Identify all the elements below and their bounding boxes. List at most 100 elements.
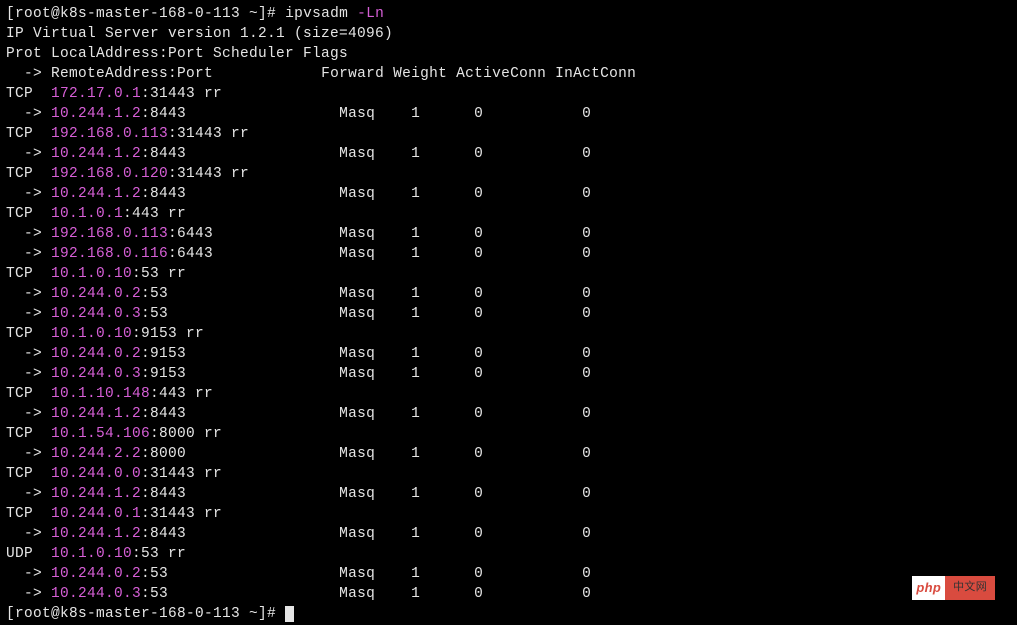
activeconn-col: 0	[474, 106, 582, 122]
terminal-line: -> 10.244.0.3:53 Masq 1 0 0	[6, 584, 1011, 604]
backend-port: :8443	[141, 526, 186, 542]
backend-port: :53	[141, 586, 168, 602]
forward-col: Masq	[339, 346, 411, 362]
service-port: :31443 rr	[141, 466, 222, 482]
protocol: TCP	[6, 166, 51, 182]
activeconn-col: 0	[474, 486, 582, 502]
backend-port: :8443	[141, 486, 186, 502]
weight-col: 1	[411, 186, 474, 202]
forward-col: Masq	[339, 406, 411, 422]
service-ip: 10.244.0.1	[51, 506, 141, 522]
shell-prompt[interactable]: [root@k8s-master-168-0-113 ~]#	[6, 606, 285, 622]
terminal-line: [root@k8s-master-168-0-113 ~]#	[6, 604, 1011, 624]
terminal-output[interactable]: [root@k8s-master-168-0-113 ~]# ipvsadm -…	[6, 4, 1011, 624]
activeconn-col: 0	[474, 226, 582, 242]
service-port: :443 rr	[150, 386, 213, 402]
backend-port: :53	[141, 566, 168, 582]
backend-ip: 10.244.1.2	[51, 406, 141, 422]
backend-port: :8443	[141, 146, 186, 162]
backend-ip: 10.244.0.3	[51, 586, 141, 602]
weight-col: 1	[411, 366, 474, 382]
weight-col: 1	[411, 526, 474, 542]
terminal-line: -> 192.168.0.113:6443 Masq 1 0 0	[6, 224, 1011, 244]
inactconn-col: 0	[582, 526, 591, 542]
service-ip: 10.244.0.0	[51, 466, 141, 482]
service-port: :31443 rr	[141, 506, 222, 522]
forward-col: Masq	[339, 186, 411, 202]
forward-col: Masq	[339, 146, 411, 162]
service-ip: 172.17.0.1	[51, 86, 141, 102]
service-ip: 10.1.0.10	[51, 546, 132, 562]
terminal-line: TCP 10.1.0.10:53 rr	[6, 264, 1011, 284]
backend-port: :6443	[168, 226, 213, 242]
forward-col: Masq	[339, 446, 411, 462]
activeconn-col: 0	[474, 586, 582, 602]
backend-port: :53	[141, 286, 168, 302]
terminal-line: -> 10.244.1.2:8443 Masq 1 0 0	[6, 484, 1011, 504]
weight-col: 1	[411, 286, 474, 302]
activeconn-col: 0	[474, 566, 582, 582]
backend-ip: 192.168.0.116	[51, 246, 168, 262]
cursor[interactable]	[285, 606, 294, 622]
weight-col: 1	[411, 246, 474, 262]
service-port: :9153 rr	[132, 326, 204, 342]
forward-col: Masq	[339, 366, 411, 382]
backend-ip: 10.244.0.2	[51, 346, 141, 362]
backend-ip: 192.168.0.113	[51, 226, 168, 242]
command-flag: -Ln	[357, 6, 384, 22]
backend-ip: 10.244.1.2	[51, 146, 141, 162]
protocol: TCP	[6, 386, 51, 402]
terminal-line: TCP 10.244.0.1:31443 rr	[6, 504, 1011, 524]
backend-ip: 10.244.0.3	[51, 306, 141, 322]
inactconn-col: 0	[582, 406, 591, 422]
terminal-line: TCP 10.1.10.148:443 rr	[6, 384, 1011, 404]
inactconn-col: 0	[582, 566, 591, 582]
backend-port: :9153	[141, 346, 186, 362]
inactconn-col: 0	[582, 346, 591, 362]
table-header: Prot LocalAddress:Port Scheduler Flags	[6, 46, 348, 62]
forward-col: Masq	[339, 106, 411, 122]
terminal-line: TCP 10.244.0.0:31443 rr	[6, 464, 1011, 484]
inactconn-col: 0	[582, 106, 591, 122]
protocol: TCP	[6, 86, 51, 102]
command: ipvsadm	[285, 6, 348, 22]
inactconn-col: 0	[582, 486, 591, 502]
shell-prompt: [root@k8s-master-168-0-113 ~]#	[6, 6, 276, 22]
terminal-line: -> 10.244.1.2:8443 Masq 1 0 0	[6, 524, 1011, 544]
inactconn-col: 0	[582, 186, 591, 202]
inactconn-col: 0	[582, 306, 591, 322]
inactconn-col: 0	[582, 366, 591, 382]
activeconn-col: 0	[474, 246, 582, 262]
service-ip: 192.168.0.113	[51, 126, 168, 142]
activeconn-col: 0	[474, 286, 582, 302]
forward-col: Masq	[339, 306, 411, 322]
inactconn-col: 0	[582, 446, 591, 462]
backend-ip: 10.244.1.2	[51, 486, 141, 502]
terminal-line: -> 10.244.1.2:8443 Masq 1 0 0	[6, 144, 1011, 164]
protocol: TCP	[6, 426, 51, 442]
backend-port: :9153	[141, 366, 186, 382]
badge-right: 中文网	[945, 576, 995, 599]
protocol: TCP	[6, 326, 51, 342]
inactconn-col: 0	[582, 286, 591, 302]
inactconn-col: 0	[582, 226, 591, 242]
version-line: IP Virtual Server version 1.2.1 (size=40…	[6, 26, 393, 42]
service-ip: 10.1.10.148	[51, 386, 150, 402]
terminal-line: -> 10.244.2.2:8000 Masq 1 0 0	[6, 444, 1011, 464]
activeconn-col: 0	[474, 406, 582, 422]
service-port: :31443 rr	[168, 166, 249, 182]
service-ip: 10.1.0.10	[51, 266, 132, 282]
terminal-line: -> 10.244.0.2:9153 Masq 1 0 0	[6, 344, 1011, 364]
terminal-line: TCP 192.168.0.120:31443 rr	[6, 164, 1011, 184]
inactconn-col: 0	[582, 586, 591, 602]
inactconn-col: 0	[582, 146, 591, 162]
terminal-line: TCP 10.1.0.10:9153 rr	[6, 324, 1011, 344]
backend-ip: 10.244.1.2	[51, 526, 141, 542]
service-port: :53 rr	[132, 546, 186, 562]
protocol: TCP	[6, 466, 51, 482]
activeconn-col: 0	[474, 186, 582, 202]
service-port: :8000 rr	[150, 426, 222, 442]
backend-ip: 10.244.1.2	[51, 106, 141, 122]
service-ip: 10.1.0.1	[51, 206, 123, 222]
protocol: UDP	[6, 546, 51, 562]
